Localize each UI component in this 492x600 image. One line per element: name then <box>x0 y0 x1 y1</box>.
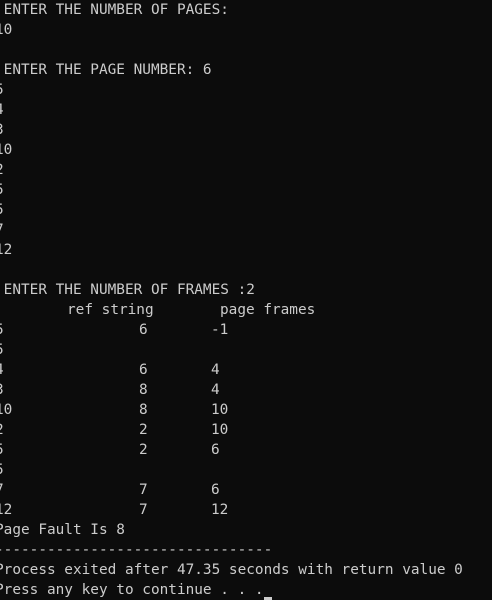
page-number-entry: 10 <box>0 142 13 158</box>
page-frame-cell: 10 <box>211 422 229 438</box>
ref-string-cell: 2 <box>139 442 148 458</box>
pages-input-value: 10 <box>0 22 13 38</box>
input-page-cell: 4 <box>0 360 4 380</box>
input-page-cell: 5 <box>0 460 4 480</box>
table-row: 5 <box>0 340 492 360</box>
input-page-cell: 12 <box>0 502 13 518</box>
frame-table: 56-15464384108102210526577612712 <box>0 320 492 520</box>
table-row: 10 8 10 <box>0 400 492 420</box>
continue-prompt-text: Press any key to continue . . . <box>0 582 264 598</box>
page-frame-cell: 4 <box>211 362 220 378</box>
table-header: ref string page frames <box>0 300 492 320</box>
input-page-cell: 2 <box>0 420 4 440</box>
ref-string-header: ref string <box>67 302 154 318</box>
console-output[interactable]: ENTER THE NUMBER OF PAGES: 10 ENTER THE … <box>0 0 492 600</box>
continue-prompt[interactable]: Press any key to continue . . . <box>0 580 492 600</box>
page-frame-cell: -1 <box>211 322 229 338</box>
ref-string-cell: 8 <box>139 382 148 398</box>
ref-string-cell: 8 <box>139 402 148 418</box>
page-number-entry: 12 <box>0 242 13 258</box>
input-page-cell: 5 <box>0 320 4 340</box>
ref-string-cell: 7 <box>139 482 148 498</box>
page-number-entry: 2 <box>0 160 492 180</box>
page-frame-cell: 6 <box>211 442 220 458</box>
table-row: 2 2 10 <box>0 420 492 440</box>
page-number-entry: 5 <box>0 80 492 100</box>
table-row: 12 7 12 <box>0 500 492 520</box>
page-frame-cell: 4 <box>211 382 220 398</box>
ref-string-cell: 2 <box>139 422 148 438</box>
table-row: 5 6 -1 <box>0 320 492 340</box>
input-page-cell: 3 <box>0 380 4 400</box>
page-number-entry: 4 <box>0 100 492 120</box>
prompt-number-of-pages: ENTER THE NUMBER OF PAGES: <box>0 2 229 18</box>
table-row: 4 6 4 <box>0 360 492 380</box>
table-row: 3 8 4 <box>0 380 492 400</box>
page-frame-cell: 12 <box>211 502 229 518</box>
page-number-list: 54310255712 <box>0 80 492 260</box>
page-number-entry: 5 <box>0 180 492 200</box>
prompt-number-of-frames: ENTER THE NUMBER OF FRAMES :2 <box>0 282 255 298</box>
ref-string-cell: 6 <box>139 322 148 338</box>
page-fault-result: Page Fault Is 8 <box>0 522 125 538</box>
page-frame-cell: 6 <box>211 482 220 498</box>
input-page-cell: 5 <box>0 340 4 360</box>
page-number-entry: 5 <box>0 200 492 220</box>
page-number-entry: 7 <box>0 220 492 240</box>
input-page-cell: 7 <box>0 480 4 500</box>
table-row: 7 7 6 <box>0 480 492 500</box>
page-frames-header: page frames <box>220 302 316 318</box>
process-exit-message: Process exited after 47.35 seconds with … <box>0 562 463 578</box>
input-page-cell: 5 <box>0 440 4 460</box>
table-row: 5 2 6 <box>0 440 492 460</box>
page-frame-cell: 10 <box>211 402 229 418</box>
input-page-cell: 10 <box>0 402 13 418</box>
table-row: 5 <box>0 460 492 480</box>
ref-string-cell: 6 <box>139 362 148 378</box>
ref-string-cell: 7 <box>139 502 148 518</box>
page-number-entry: 3 <box>0 120 492 140</box>
separator-line: -------------------------------- <box>0 542 273 558</box>
prompt-page-number: ENTER THE PAGE NUMBER: 6 <box>0 62 212 78</box>
